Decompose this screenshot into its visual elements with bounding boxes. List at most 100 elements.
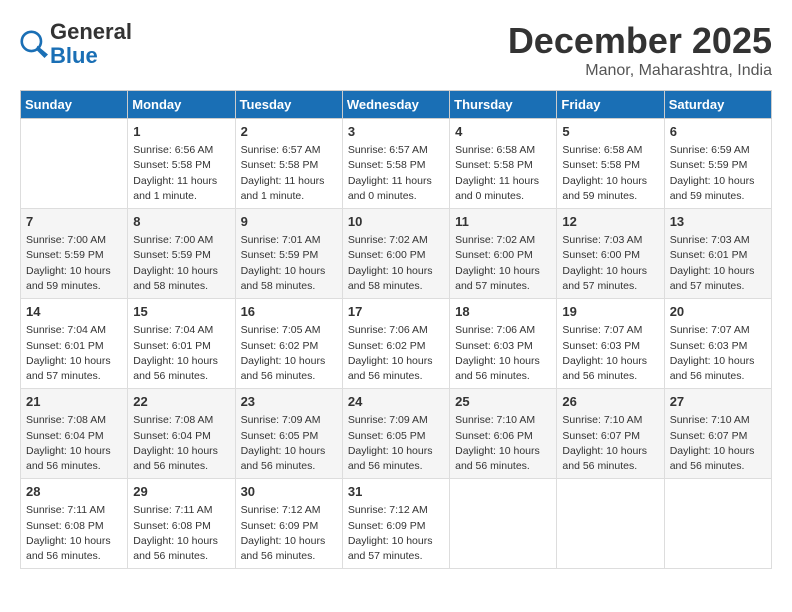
day-number: 17 bbox=[348, 303, 444, 321]
day-number: 29 bbox=[133, 483, 229, 501]
calendar-cell: 26 Sunrise: 7:10 AM Sunset: 6:07 PM Dayli… bbox=[557, 389, 664, 479]
calendar-cell: 12 Sunrise: 7:03 AM Sunset: 6:00 PM Dayli… bbox=[557, 209, 664, 299]
day-info: Sunrise: 7:04 AM Sunset: 6:01 PM Dayligh… bbox=[26, 323, 122, 384]
calendar-cell: 19 Sunrise: 7:07 AM Sunset: 6:03 PM Dayli… bbox=[557, 299, 664, 389]
calendar-cell: 16 Sunrise: 7:05 AM Sunset: 6:02 PM Dayli… bbox=[235, 299, 342, 389]
day-info: Sunrise: 6:59 AM Sunset: 5:59 PM Dayligh… bbox=[670, 143, 766, 204]
day-info: Sunrise: 6:58 AM Sunset: 5:58 PM Dayligh… bbox=[562, 143, 658, 204]
day-info: Sunrise: 7:04 AM Sunset: 6:01 PM Dayligh… bbox=[133, 323, 229, 384]
day-number: 18 bbox=[455, 303, 551, 321]
calendar-cell: 30Sunrise: 7:12 AM Sunset: 6:09 PM Dayli… bbox=[235, 479, 342, 569]
calendar-week-row: 7 Sunrise: 7:00 AM Sunset: 5:59 PM Daylig… bbox=[21, 209, 772, 299]
day-info: Sunrise: 7:00 AM Sunset: 5:59 PM Dayligh… bbox=[133, 233, 229, 294]
day-info: Sunrise: 7:03 AM Sunset: 6:00 PM Dayligh… bbox=[562, 233, 658, 294]
title-block: December 2025 Manor, Maharashtra, India bbox=[508, 20, 772, 80]
day-number: 10 bbox=[348, 213, 444, 231]
column-header-wednesday: Wednesday bbox=[342, 91, 449, 119]
day-info: Sunrise: 6:57 AM Sunset: 5:58 PM Dayligh… bbox=[241, 143, 337, 204]
column-header-friday: Friday bbox=[557, 91, 664, 119]
calendar-cell: 7 Sunrise: 7:00 AM Sunset: 5:59 PM Daylig… bbox=[21, 209, 128, 299]
day-number: 19 bbox=[562, 303, 658, 321]
day-number: 15 bbox=[133, 303, 229, 321]
day-number: 20 bbox=[670, 303, 766, 321]
calendar-cell bbox=[557, 479, 664, 569]
calendar-cell: 2 Sunrise: 6:57 AM Sunset: 5:58 PM Daylig… bbox=[235, 119, 342, 209]
calendar-cell: 22 Sunrise: 7:08 AM Sunset: 6:04 PM Dayli… bbox=[128, 389, 235, 479]
day-info: Sunrise: 7:06 AM Sunset: 6:03 PM Dayligh… bbox=[455, 323, 551, 384]
logo-general-text: General bbox=[50, 19, 132, 44]
day-number: 16 bbox=[241, 303, 337, 321]
calendar-cell: 14 Sunrise: 7:04 AM Sunset: 6:01 PM Dayli… bbox=[21, 299, 128, 389]
day-info: Sunrise: 7:09 AM Sunset: 6:05 PM Dayligh… bbox=[241, 413, 337, 474]
calendar-cell: 21 Sunrise: 7:08 AM Sunset: 6:04 PM Dayli… bbox=[21, 389, 128, 479]
calendar-cell: 9Sunrise: 7:01 AM Sunset: 5:59 PM Daylig… bbox=[235, 209, 342, 299]
calendar-cell: 17Sunrise: 7:06 AM Sunset: 6:02 PM Dayli… bbox=[342, 299, 449, 389]
calendar-cell bbox=[21, 119, 128, 209]
calendar-cell: 28Sunrise: 7:11 AM Sunset: 6:08 PM Dayli… bbox=[21, 479, 128, 569]
calendar-week-row: 21 Sunrise: 7:08 AM Sunset: 6:04 PM Dayli… bbox=[21, 389, 772, 479]
day-info: Sunrise: 7:00 AM Sunset: 5:59 PM Dayligh… bbox=[26, 233, 122, 294]
day-info: Sunrise: 7:12 AM Sunset: 6:09 PM Dayligh… bbox=[348, 503, 444, 564]
column-header-monday: Monday bbox=[128, 91, 235, 119]
column-header-saturday: Saturday bbox=[664, 91, 771, 119]
day-number: 26 bbox=[562, 393, 658, 411]
column-header-thursday: Thursday bbox=[450, 91, 557, 119]
day-number: 1 bbox=[133, 123, 229, 141]
logo-icon bbox=[20, 30, 48, 58]
day-number: 31 bbox=[348, 483, 444, 501]
day-info: Sunrise: 7:10 AM Sunset: 6:07 PM Dayligh… bbox=[670, 413, 766, 474]
day-info: Sunrise: 7:07 AM Sunset: 6:03 PM Dayligh… bbox=[562, 323, 658, 384]
calendar-week-row: 1 Sunrise: 6:56 AM Sunset: 5:58 PM Daylig… bbox=[21, 119, 772, 209]
calendar-cell: 27 Sunrise: 7:10 AM Sunset: 6:07 PM Dayli… bbox=[664, 389, 771, 479]
day-info: Sunrise: 7:07 AM Sunset: 6:03 PM Dayligh… bbox=[670, 323, 766, 384]
calendar-week-row: 28 Sunrise: 7:11 AM Sunset: 6:08 PM Dayli… bbox=[21, 479, 772, 569]
calendar-cell: 3Sunrise: 6:57 AM Sunset: 5:58 PM Daylig… bbox=[342, 119, 449, 209]
day-number: 14 bbox=[26, 303, 122, 321]
calendar-week-row: 14 Sunrise: 7:04 AM Sunset: 6:01 PM Dayli… bbox=[21, 299, 772, 389]
day-number: 4 bbox=[455, 123, 551, 141]
day-info: Sunrise: 7:10 AM Sunset: 6:06 PM Dayligh… bbox=[455, 413, 551, 474]
calendar-table: SundayMondayTuesdayWednesdayThursdayFrid… bbox=[20, 90, 772, 569]
calendar-cell: 18 Sunrise: 7:06 AM Sunset: 6:03 PM Dayli… bbox=[450, 299, 557, 389]
calendar-cell: 31 Sunrise: 7:12 AM Sunset: 6:09 PM Dayli… bbox=[342, 479, 449, 569]
day-number: 8 bbox=[133, 213, 229, 231]
day-info: Sunrise: 7:09 AM Sunset: 6:05 PM Dayligh… bbox=[348, 413, 444, 474]
calendar-cell: 1 Sunrise: 6:56 AM Sunset: 5:58 PM Daylig… bbox=[128, 119, 235, 209]
calendar-cell bbox=[450, 479, 557, 569]
day-info: Sunrise: 7:08 AM Sunset: 6:04 PM Dayligh… bbox=[26, 413, 122, 474]
calendar-cell: 25 Sunrise: 7:10 AM Sunset: 6:06 PM Dayli… bbox=[450, 389, 557, 479]
calendar-cell: 20 Sunrise: 7:07 AM Sunset: 6:03 PM Dayli… bbox=[664, 299, 771, 389]
calendar-header-row: SundayMondayTuesdayWednesdayThursdayFrid… bbox=[21, 91, 772, 119]
day-info: Sunrise: 7:02 AM Sunset: 6:00 PM Dayligh… bbox=[455, 233, 551, 294]
day-number: 5 bbox=[562, 123, 658, 141]
day-number: 24 bbox=[348, 393, 444, 411]
calendar-body: 1 Sunrise: 6:56 AM Sunset: 5:58 PM Daylig… bbox=[21, 119, 772, 569]
calendar-cell: 5 Sunrise: 6:58 AM Sunset: 5:58 PM Daylig… bbox=[557, 119, 664, 209]
calendar-cell: 29 Sunrise: 7:11 AM Sunset: 6:08 PM Dayli… bbox=[128, 479, 235, 569]
month-title: December 2025 bbox=[508, 20, 772, 62]
day-number: 12 bbox=[562, 213, 658, 231]
column-header-tuesday: Tuesday bbox=[235, 91, 342, 119]
calendar-cell: 4Sunrise: 6:58 AM Sunset: 5:58 PM Daylig… bbox=[450, 119, 557, 209]
day-info: Sunrise: 7:11 AM Sunset: 6:08 PM Dayligh… bbox=[133, 503, 229, 564]
day-info: Sunrise: 6:56 AM Sunset: 5:58 PM Dayligh… bbox=[133, 143, 229, 204]
day-number: 3 bbox=[348, 123, 444, 141]
day-number: 6 bbox=[670, 123, 766, 141]
day-number: 22 bbox=[133, 393, 229, 411]
day-info: Sunrise: 7:10 AM Sunset: 6:07 PM Dayligh… bbox=[562, 413, 658, 474]
day-number: 7 bbox=[26, 213, 122, 231]
page-header: General Blue December 2025 Manor, Mahara… bbox=[20, 20, 772, 80]
day-info: Sunrise: 7:08 AM Sunset: 6:04 PM Dayligh… bbox=[133, 413, 229, 474]
day-number: 11 bbox=[455, 213, 551, 231]
day-number: 13 bbox=[670, 213, 766, 231]
day-number: 27 bbox=[670, 393, 766, 411]
logo: General Blue bbox=[20, 20, 132, 68]
calendar-cell: 11 Sunrise: 7:02 AM Sunset: 6:00 PM Dayli… bbox=[450, 209, 557, 299]
day-number: 21 bbox=[26, 393, 122, 411]
day-number: 30 bbox=[241, 483, 337, 501]
day-number: 2 bbox=[241, 123, 337, 141]
day-number: 25 bbox=[455, 393, 551, 411]
day-info: Sunrise: 7:05 AM Sunset: 6:02 PM Dayligh… bbox=[241, 323, 337, 384]
day-number: 28 bbox=[26, 483, 122, 501]
calendar-cell: 23Sunrise: 7:09 AM Sunset: 6:05 PM Dayli… bbox=[235, 389, 342, 479]
